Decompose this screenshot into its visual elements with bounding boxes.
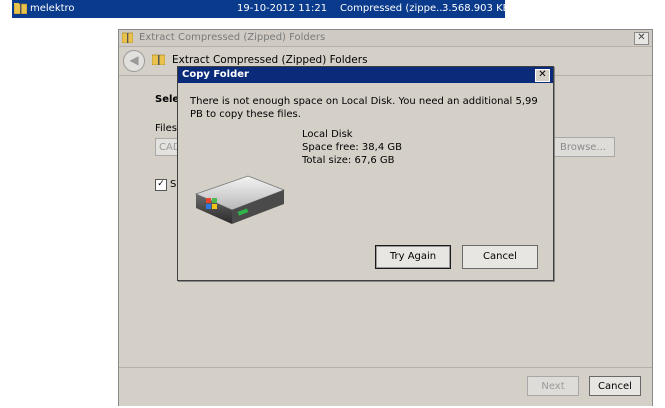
dialog-cancel-button[interactable]: Cancel [462, 245, 538, 269]
dialog-title-bar: Copy Folder ✕ [178, 67, 553, 83]
zip-folder-icon [152, 54, 165, 65]
dialog-message: There is not enough space on Local Disk.… [190, 96, 538, 120]
files-label: Files [155, 123, 177, 134]
copy-folder-dialog: Copy Folder ✕ There is not enough space … [177, 66, 554, 281]
show-files-checkbox[interactable]: ✓ [155, 179, 167, 191]
file-type: Compressed (zippe... [340, 3, 446, 14]
file-size: 3.568.903 KB [442, 3, 510, 14]
wizard-footer: Next Cancel [119, 367, 652, 406]
dialog-close-button[interactable]: ✕ [535, 69, 550, 82]
dialog-title: Copy Folder [182, 69, 249, 80]
wizard-header-title: Extract Compressed (Zipped) Folders [172, 54, 368, 66]
file-date: 19-10-2012 11:21 [237, 3, 328, 14]
disk-space-free: Space free: 38,4 GB [302, 142, 402, 153]
next-button[interactable]: Next [527, 376, 579, 396]
wizard-title-bar: Extract Compressed (Zipped) Folders ✕ [119, 30, 652, 47]
wizard-cancel-button[interactable]: Cancel [589, 376, 641, 396]
try-again-button[interactable]: Try Again [375, 245, 451, 269]
wizard-close-button[interactable]: ✕ [634, 32, 649, 45]
zip-folder-icon [14, 3, 27, 14]
disk-total-size: Total size: 67,6 GB [302, 155, 395, 166]
file-list-row-selected[interactable]: melektro 19-10-2012 11:21 Compressed (zi… [12, 0, 510, 18]
zip-folder-icon [122, 32, 133, 43]
wizard-title: Extract Compressed (Zipped) Folders [139, 32, 326, 43]
file-name: melektro [30, 3, 75, 14]
hard-disk-icon [194, 175, 286, 224]
browse-button[interactable]: Browse... [551, 137, 615, 157]
back-button[interactable]: ◀ [123, 50, 145, 72]
disk-name: Local Disk [302, 129, 353, 140]
